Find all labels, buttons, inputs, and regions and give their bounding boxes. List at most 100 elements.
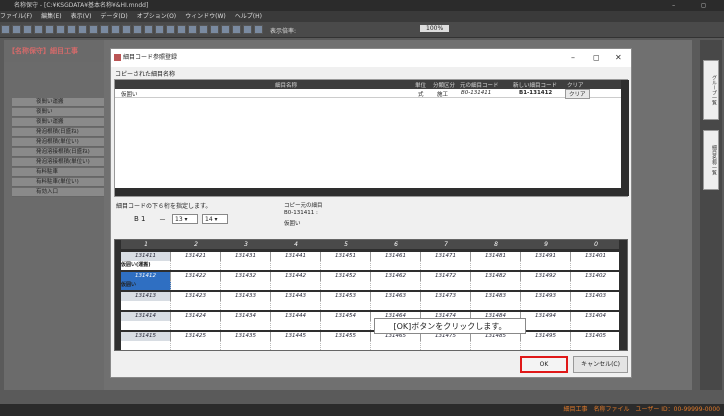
- minimize-icon[interactable]: –: [571, 49, 575, 67]
- grid-subcell[interactable]: [271, 301, 321, 310]
- grid-cell[interactable]: 131433: [221, 292, 271, 301]
- grid-cell[interactable]: 131454: [321, 312, 371, 321]
- toolbar-icon[interactable]: [1, 25, 10, 34]
- grid-cell[interactable]: 131483: [471, 292, 521, 301]
- toolbar-icon[interactable]: [78, 25, 87, 34]
- window-controls[interactable]: – ◻: [672, 0, 718, 11]
- grid-cell[interactable]: 131472: [421, 272, 471, 281]
- grid-cell[interactable]: 131445: [271, 332, 321, 341]
- grid-subcell[interactable]: [571, 341, 621, 350]
- grid-cell[interactable]: 131491: [521, 252, 571, 261]
- code-field-1[interactable]: 13 ▾: [172, 214, 198, 224]
- grid-subcell[interactable]: [171, 341, 221, 350]
- grid-subcell[interactable]: [271, 321, 321, 330]
- toolbar-icon[interactable]: [199, 25, 208, 34]
- menu-item-0[interactable]: ファイル(F): [0, 13, 32, 20]
- grid-subcell[interactable]: [471, 301, 521, 310]
- cancel-button[interactable]: キャンセル(C): [573, 356, 628, 373]
- grid-cell[interactable]: 131422: [171, 272, 221, 281]
- toolbar-icon[interactable]: [133, 25, 142, 34]
- grid-cell[interactable]: 131424: [171, 312, 221, 321]
- toolbar-icon[interactable]: [221, 25, 230, 34]
- grid-subcell[interactable]: [521, 321, 571, 330]
- grid-cell[interactable]: 131494: [521, 312, 571, 321]
- grid-cell[interactable]: 131434: [221, 312, 271, 321]
- grid-subcell[interactable]: [421, 341, 471, 350]
- close-icon[interactable]: ✕: [615, 49, 622, 67]
- grid-subcell[interactable]: 仮囲い(運搬): [121, 261, 171, 270]
- grid-subcell[interactable]: [121, 321, 171, 330]
- toolbar-icon[interactable]: [254, 25, 263, 34]
- grid-cell[interactable]: 131405: [571, 332, 621, 341]
- menu-item-1[interactable]: 編集(E): [41, 13, 61, 20]
- toolbar-icon[interactable]: [34, 25, 43, 34]
- grid-cell[interactable]: 131495: [521, 332, 571, 341]
- toolbar-icon[interactable]: [23, 25, 32, 34]
- grid-subcell[interactable]: [521, 261, 571, 270]
- grid-cell[interactable]: 131404: [571, 312, 621, 321]
- grid-subcell[interactable]: [321, 301, 371, 310]
- grid-cell[interactable]: 131411: [121, 252, 171, 261]
- grid-subcell[interactable]: [471, 261, 521, 270]
- zoom-value[interactable]: 100%: [420, 25, 450, 32]
- grid-cell[interactable]: 131442: [271, 272, 321, 281]
- list-row[interactable]: 仮囲い 式 施工 B0-131411 B1-131412 クリア: [115, 89, 627, 99]
- menu-item-5[interactable]: ウィンドウ(W): [185, 13, 226, 20]
- grid-subcell[interactable]: [571, 261, 621, 270]
- grid-subcell[interactable]: [221, 301, 271, 310]
- grid-subcell[interactable]: [221, 281, 271, 290]
- grid-cell[interactable]: 131415: [121, 332, 171, 341]
- toolbar-icon[interactable]: [188, 25, 197, 34]
- grid-cell[interactable]: 131473: [421, 292, 471, 301]
- grid-subcell[interactable]: [471, 281, 521, 290]
- toolbar-icon[interactable]: [56, 25, 65, 34]
- grid-subcell[interactable]: [171, 261, 221, 270]
- grid-subcell[interactable]: [471, 341, 521, 350]
- grid-cell[interactable]: 131461: [371, 252, 421, 261]
- grid-subcell[interactable]: [221, 321, 271, 330]
- side-tab-name-list[interactable]: 細目名称一覧: [703, 130, 719, 190]
- code-field-2[interactable]: 14 ▾: [202, 214, 228, 224]
- menu-item-6[interactable]: ヘルプ(H): [235, 13, 262, 20]
- maximize-icon[interactable]: ◻: [593, 49, 600, 67]
- grid-cell[interactable]: 131462: [371, 272, 421, 281]
- grid-subcell[interactable]: [521, 301, 571, 310]
- grid-subcell[interactable]: [321, 261, 371, 270]
- grid-cell[interactable]: 131421: [171, 252, 221, 261]
- toolbar-icon[interactable]: [243, 25, 252, 34]
- toolbar-icon[interactable]: [155, 25, 164, 34]
- grid-subcell[interactable]: [371, 281, 421, 290]
- toolbar-icon[interactable]: [67, 25, 76, 34]
- toolbar-icon[interactable]: [12, 25, 21, 34]
- grid-subcell[interactable]: [121, 341, 171, 350]
- ok-button[interactable]: OK: [520, 356, 568, 373]
- grid-subcell[interactable]: [571, 321, 621, 330]
- toolbar-icon[interactable]: [111, 25, 120, 34]
- grid-subcell[interactable]: [571, 301, 621, 310]
- grid-cell[interactable]: 131444: [271, 312, 321, 321]
- grid-cell[interactable]: 131441: [271, 252, 321, 261]
- grid-cell[interactable]: 131423: [171, 292, 221, 301]
- clear-button[interactable]: クリア: [565, 89, 590, 99]
- grid-subcell[interactable]: [321, 341, 371, 350]
- grid-cell[interactable]: 131482: [471, 272, 521, 281]
- toolbar-icon[interactable]: [89, 25, 98, 34]
- grid-subcell[interactable]: [171, 301, 221, 310]
- grid-cell[interactable]: 131414: [121, 312, 171, 321]
- side-tab-group-list[interactable]: グループ一覧: [703, 60, 719, 120]
- toolbar-icon[interactable]: [100, 25, 109, 34]
- grid-subcell[interactable]: [271, 261, 321, 270]
- toolbar-icon[interactable]: [144, 25, 153, 34]
- grid-cell[interactable]: 131443: [271, 292, 321, 301]
- grid-subcell[interactable]: [371, 301, 421, 310]
- grid-cell[interactable]: 131453: [321, 292, 371, 301]
- grid-subcell[interactable]: [421, 301, 471, 310]
- toolbar-icon[interactable]: [177, 25, 186, 34]
- list-hscrollbar[interactable]: [115, 188, 627, 196]
- grid-subcell[interactable]: [271, 281, 321, 290]
- grid-subcell[interactable]: [321, 281, 371, 290]
- menu-item-3[interactable]: データ(D): [100, 13, 127, 20]
- grid-cell[interactable]: 131451: [321, 252, 371, 261]
- grid-subcell[interactable]: [371, 341, 421, 350]
- grid-cell[interactable]: 131425: [171, 332, 221, 341]
